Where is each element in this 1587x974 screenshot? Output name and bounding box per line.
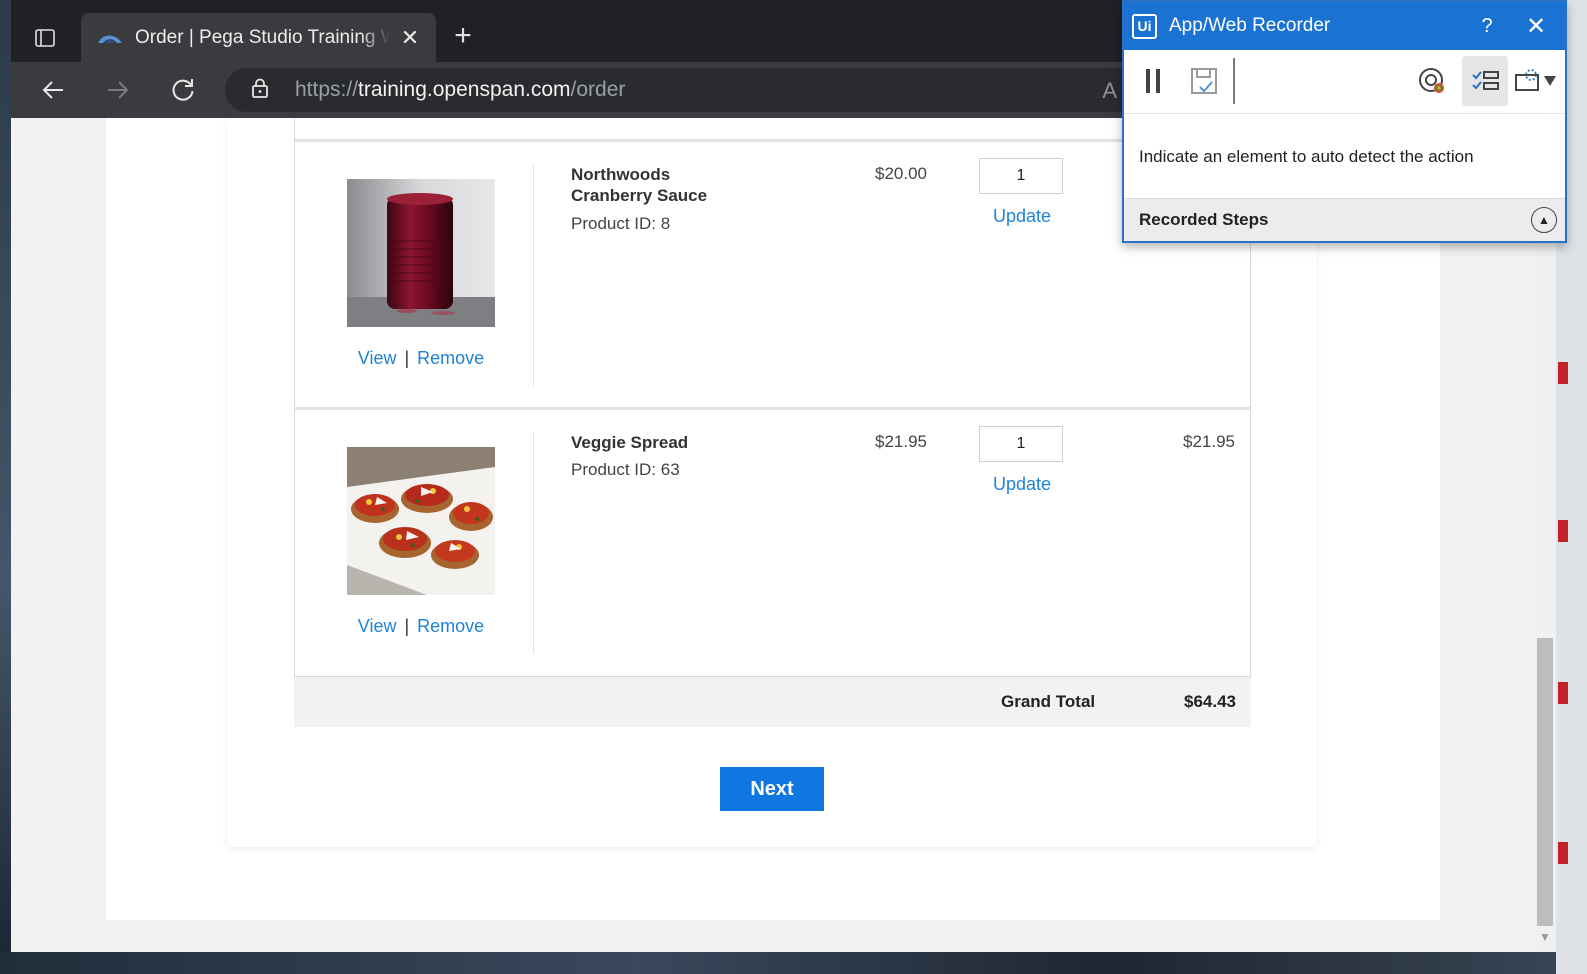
pause-icon[interactable] [1138, 56, 1170, 106]
item-actions: View | Remove [335, 616, 507, 637]
update-link[interactable]: Update [993, 474, 1051, 495]
remove-link[interactable]: Remove [417, 348, 484, 368]
product-id: Product ID: 63 [571, 460, 680, 479]
unit-price: $21.95 [875, 432, 927, 451]
desktop-edge-item [1558, 520, 1568, 542]
page-viewport: View | Remove Northwoods Cranberry Sauce P… [11, 118, 1534, 952]
product-name: Veggie Spread [571, 433, 689, 452]
help-icon[interactable]: ? [1467, 15, 1507, 38]
tab-close-icon[interactable]: ✕ [398, 25, 422, 51]
recorded-steps-label: Recorded Steps [1139, 210, 1269, 229]
back-arrow-icon[interactable] [35, 74, 71, 106]
quantity-input[interactable] [979, 426, 1063, 462]
pega-favicon-icon [98, 35, 122, 43]
address-bar[interactable]: https://training.openspan.com/order A [225, 68, 1225, 112]
recorder-title: App/Web Recorder [1169, 15, 1331, 36]
previous-row-edge [294, 118, 1251, 142]
lock-icon[interactable] [249, 77, 271, 104]
refresh-icon[interactable] [165, 74, 201, 106]
uipath-logo-icon: Ui [1132, 13, 1157, 39]
remove-link[interactable]: Remove [417, 616, 484, 636]
recorded-steps-toggle-icon[interactable] [1462, 56, 1508, 106]
toolbar-separator [1233, 58, 1235, 104]
scrollbar-thumb[interactable] [1537, 638, 1553, 926]
link-separator: | [404, 348, 410, 368]
product-image-veggie-spread[interactable] [347, 447, 495, 595]
grand-total-value: $64.43 [1184, 692, 1236, 711]
product-name: Northwoods Cranberry Sauce [571, 165, 708, 205]
line-total: $21.95 [1183, 432, 1235, 451]
url-text[interactable]: https://training.openspan.com/order [295, 78, 625, 102]
item-actions: View | Remove [335, 348, 507, 369]
cart-item-row: View | Remove Veggie Spread Product ID: 63… [294, 410, 1251, 677]
scroll-down-icon[interactable]: ▼ [1539, 930, 1551, 944]
view-link[interactable]: View [358, 348, 397, 368]
tab-actions-icon[interactable] [25, 18, 65, 58]
vertical-scrollbar[interactable]: ▼ [1534, 118, 1556, 952]
next-button[interactable]: Next [720, 767, 824, 811]
desktop-background-bottom [0, 952, 1587, 974]
grand-total-label: Grand Total [1001, 692, 1096, 711]
recorder-title-bar: Ui App/Web Recorder ? ✕ [1124, 2, 1565, 50]
recorder-instruction: Indicate an element to auto detect the a… [1139, 147, 1474, 166]
column-divider [533, 164, 534, 386]
recorded-steps-header[interactable]: Recorded Steps ▲ [1124, 198, 1565, 241]
link-separator: | [404, 616, 410, 636]
desktop-edge-item [1558, 362, 1568, 384]
auto-detect-target-icon[interactable] [1412, 56, 1452, 106]
close-icon[interactable]: ✕ [1507, 12, 1565, 41]
product-id: Product ID: 8 [571, 214, 671, 233]
quantity-input[interactable] [979, 158, 1063, 194]
update-link[interactable]: Update [993, 206, 1051, 227]
grand-total-row: Grand Total $64.43 [294, 677, 1251, 727]
read-aloud-icon[interactable]: A [1102, 78, 1117, 104]
cart-item-row: View | Remove Northwoods Cranberry Sauce P… [294, 142, 1251, 410]
save-and-exit-icon[interactable] [1184, 56, 1224, 106]
tab-title: Order | Pega Studio Training Website [135, 26, 390, 48]
desktop-background-left [0, 0, 11, 974]
collapse-chevron-icon[interactable]: ▲ [1531, 207, 1557, 233]
recording-options-dropdown-icon[interactable] [1512, 56, 1560, 106]
unit-price: $20.00 [875, 164, 927, 183]
desktop-edge-item [1558, 682, 1568, 704]
product-image-cranberry-sauce[interactable] [347, 179, 495, 327]
browser-tab[interactable]: Order | Pega Studio Training Website ✕ [81, 13, 436, 62]
column-divider [533, 432, 534, 654]
forward-arrow-icon[interactable] [100, 74, 136, 106]
cart-table: View | Remove Northwoods Cranberry Sauce P… [294, 118, 1251, 727]
view-link[interactable]: View [358, 616, 397, 636]
desktop-edge-item [1558, 842, 1568, 864]
new-tab-icon[interactable]: + [448, 21, 478, 52]
app-web-recorder-panel: Ui App/Web Recorder ? ✕ Indicate an elem… [1122, 0, 1567, 243]
recorder-toolbar [1124, 50, 1565, 114]
